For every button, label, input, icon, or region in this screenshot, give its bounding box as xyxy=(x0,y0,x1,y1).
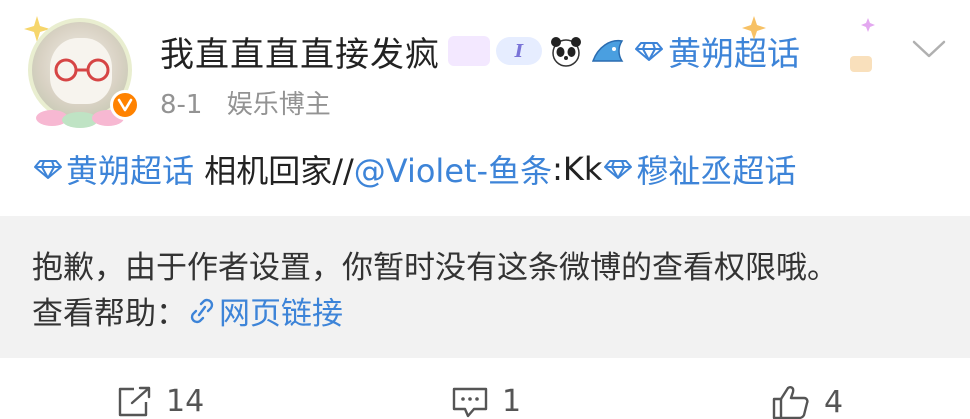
thumbs-up-icon xyxy=(772,386,809,419)
verified-badge-icon xyxy=(110,90,140,120)
author-role: 娱乐博主 xyxy=(226,90,331,120)
post-body: 黄朔超话 相机回家// @Violet-鱼条 :Kk 穆祉丞超话 xyxy=(32,146,796,192)
chevron-down-icon[interactable] xyxy=(910,34,948,64)
link-icon xyxy=(190,298,214,323)
header-supertopic-link[interactable]: 黄朔超话 xyxy=(634,27,800,75)
badge-i-icon[interactable]: I xyxy=(496,37,542,65)
comment-icon xyxy=(452,387,488,417)
body-text-2: :Kk xyxy=(552,150,603,188)
comment-count: 1 xyxy=(502,384,522,419)
restricted-repost-box[interactable]: 抱歉，由于作者设置，你暂时没有这条微博的查看权限哦。 查看帮助： 网页链接 xyxy=(0,216,970,358)
post-date: 8-1 xyxy=(160,90,203,120)
help-label: 查看帮助： xyxy=(32,296,187,332)
diamond-icon xyxy=(34,160,62,179)
comment-button[interactable]: 1 xyxy=(450,384,521,419)
action-bar: 14 1 4 xyxy=(0,378,970,419)
glasses-icon xyxy=(54,58,110,82)
body-supertopic-label-2: 穆祉丞超话 xyxy=(636,152,797,190)
author-row: 我直直直直接发疯 I 黄朔超话 xyxy=(160,26,800,76)
avatar[interactable] xyxy=(22,14,140,128)
author-name[interactable]: 我直直直直接发疯 xyxy=(160,27,440,76)
like-count: 4 xyxy=(824,384,844,419)
repost-icon xyxy=(118,386,151,416)
mention-link[interactable]: @Violet-鱼条 xyxy=(354,146,552,192)
body-text-1: 相机回家// xyxy=(194,152,354,190)
diamond-icon xyxy=(635,42,663,61)
like-button[interactable]: 4 xyxy=(770,384,843,419)
help-row: 查看帮助： 网页链接 xyxy=(32,288,343,333)
repost-count: 14 xyxy=(166,384,205,419)
diamond-icon xyxy=(604,160,633,179)
header-supertopic-label: 黄朔超话 xyxy=(668,34,800,73)
post-meta: 8-1 娱乐博主 xyxy=(160,84,331,121)
restricted-message: 抱歉，由于作者设置，你暂时没有这条微博的查看权限哦。 xyxy=(32,250,838,286)
web-link-label: 网页链接 xyxy=(219,296,343,332)
body-supertopic-link-2[interactable]: 穆祉丞超话 xyxy=(602,146,796,192)
body-supertopic-link-1[interactable]: 黄朔超话 xyxy=(32,146,194,192)
member-badge-icon[interactable] xyxy=(448,36,490,66)
web-link[interactable]: 网页链接 xyxy=(187,288,343,333)
user-badges: I xyxy=(448,35,626,67)
repost-button[interactable]: 14 xyxy=(116,384,204,419)
panda-icon[interactable] xyxy=(548,35,584,67)
shark-icon[interactable] xyxy=(590,35,626,67)
weibo-post-card: 我直直直直接发疯 I 黄朔超话 8-1 娱乐博主 黄朔超话 相机回家// @Vi… xyxy=(0,0,970,419)
body-supertopic-label-1: 黄朔超话 xyxy=(66,152,195,190)
